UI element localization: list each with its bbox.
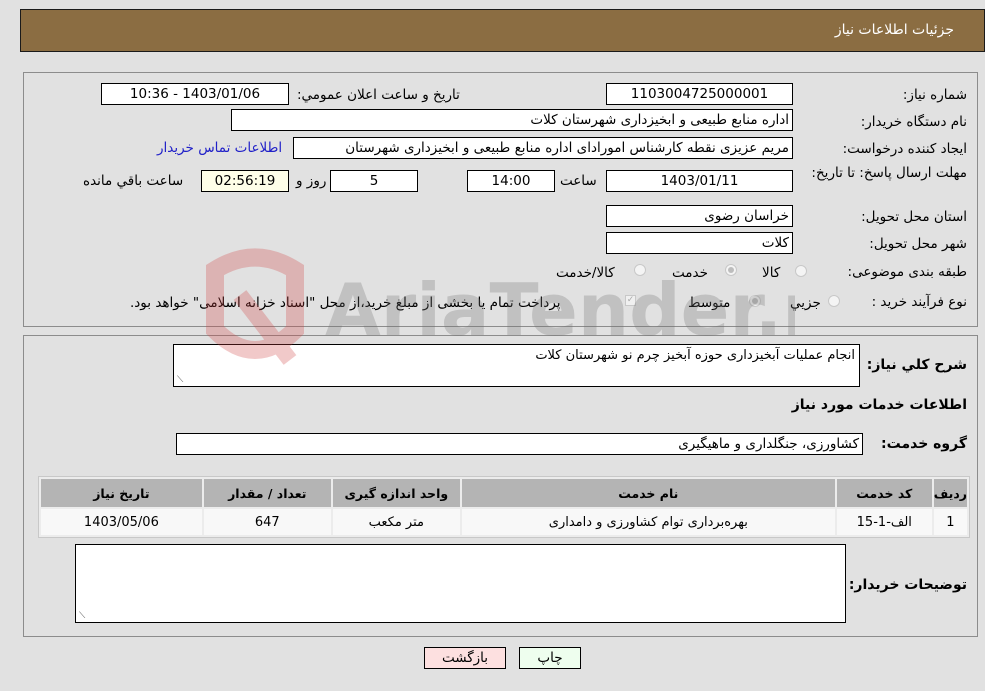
col-service-name: نام خدمت bbox=[461, 479, 835, 507]
print-button[interactable]: چاپ bbox=[519, 647, 581, 669]
back-button[interactable]: بازگشت bbox=[424, 647, 506, 669]
page-title: جزئیات اطلاعات نیاز bbox=[834, 22, 954, 38]
category-option-goods: کالا bbox=[762, 265, 781, 281]
announce-datetime-field[interactable]: 1403/01/06 - 10:36 bbox=[101, 83, 289, 105]
purchase-type-label: نوع فرآیند خرید : bbox=[871, 294, 967, 310]
purchase-option-medium: متوسط bbox=[688, 295, 731, 311]
city-field[interactable]: کلات bbox=[606, 232, 793, 254]
announce-datetime-label: تاریخ و ساعت اعلان عمومي: bbox=[297, 87, 460, 103]
treasury-note: پرداخت تمام یا بخشی از مبلغ خرید،از محل … bbox=[130, 295, 561, 311]
cell-quantity: 647 bbox=[203, 509, 331, 535]
service-group-field[interactable]: کشاورزی، جنگلداری و ماهیگیری bbox=[176, 433, 863, 455]
service-group-label: گروه خدمت: bbox=[881, 436, 967, 452]
col-service-code: کد خدمت bbox=[836, 479, 932, 507]
requester-label: ایجاد کننده درخواست: bbox=[842, 141, 967, 157]
deadline-date-field[interactable]: 1403/01/11 bbox=[606, 170, 793, 192]
province-label: استان محل تحویل: bbox=[861, 209, 967, 225]
purchase-radio-minor[interactable] bbox=[828, 295, 840, 307]
buyer-org-label: نام دستگاه خریدار: bbox=[860, 114, 967, 130]
buyer-org-field[interactable]: اداره منابع طبیعی و ابخیزداری شهرستان کل… bbox=[231, 109, 793, 131]
description-label: شرح کلي نیاز: bbox=[866, 357, 967, 373]
resize-handle-icon[interactable]: ⟋ bbox=[177, 375, 183, 385]
col-quantity: تعداد / مقدار bbox=[203, 479, 331, 507]
deadline-time-field[interactable]: 14:00 bbox=[467, 170, 555, 192]
deadline-label: مهلت ارسال پاسخ: تا تاریخ: bbox=[811, 165, 967, 181]
remaining-days-field[interactable]: 5 bbox=[330, 170, 418, 192]
purchase-option-minor: جزيي bbox=[790, 295, 821, 311]
cell-need-date: 1403/05/06 bbox=[41, 509, 202, 535]
category-radio-goods[interactable] bbox=[795, 265, 807, 277]
city-label: شهر محل تحویل: bbox=[869, 236, 967, 252]
services-heading: اطلاعات خدمات مورد نیاز bbox=[791, 397, 967, 413]
col-row-number: ردیف bbox=[933, 479, 967, 507]
category-radio-goods-service[interactable] bbox=[634, 264, 646, 276]
remaining-days-label: روز و bbox=[296, 173, 327, 189]
need-number-label: شماره نیاز: bbox=[902, 87, 967, 103]
category-option-goods-service: کالا/خدمت bbox=[556, 265, 615, 281]
requester-field[interactable]: مریم عزیزی نقطه کارشناس امورادای اداره م… bbox=[293, 137, 793, 159]
col-unit: واحد اندازه گیری bbox=[332, 479, 460, 507]
category-radio-service[interactable] bbox=[725, 264, 737, 276]
category-option-service: خدمت bbox=[672, 265, 708, 281]
buyer-notes-textarea[interactable]: ⟋ bbox=[75, 544, 846, 623]
deadline-time-label: ساعت bbox=[560, 173, 597, 189]
remaining-time-field: 02:56:19 bbox=[201, 170, 289, 192]
remaining-time-label: ساعت باقي مانده bbox=[83, 173, 184, 189]
description-textarea[interactable]: انجام عملیات آبخیزداری حوزه آبخیز چرم نو… bbox=[173, 344, 860, 387]
category-label: طبقه بندی موضوعی: bbox=[847, 264, 967, 280]
services-table: ردیف کد خدمت نام خدمت واحد اندازه گیری ت… bbox=[38, 476, 970, 538]
province-field[interactable]: خراسان رضوی bbox=[606, 205, 793, 227]
cell-service-code: الف-1-15 bbox=[836, 509, 932, 535]
resize-handle-icon[interactable]: ⟋ bbox=[79, 611, 85, 621]
cell-row-number: 1 bbox=[933, 509, 967, 535]
treasury-checkbox[interactable]: ✓ bbox=[625, 295, 636, 306]
table-row: 1 الف-1-15 بهره‌برداری توام کشاورزی و دا… bbox=[41, 509, 967, 535]
buyer-contact-link[interactable]: اطلاعات تماس خریدار bbox=[157, 140, 282, 156]
page-header: جزئیات اطلاعات نیاز bbox=[20, 9, 985, 52]
cell-service-name: بهره‌برداری توام کشاورزی و دامداری bbox=[461, 509, 835, 535]
table-header-row: ردیف کد خدمت نام خدمت واحد اندازه گیری ت… bbox=[41, 479, 967, 507]
buyer-notes-label: توضیحات خریدار: bbox=[848, 577, 967, 593]
purchase-radio-medium[interactable] bbox=[749, 295, 761, 307]
need-number-field[interactable]: 1103004725000001 bbox=[606, 83, 793, 105]
description-text: انجام عملیات آبخیزداری حوزه آبخیز چرم نو… bbox=[535, 348, 855, 363]
col-need-date: تاریخ نیاز bbox=[41, 479, 202, 507]
cell-unit: متر مکعب bbox=[332, 509, 460, 535]
